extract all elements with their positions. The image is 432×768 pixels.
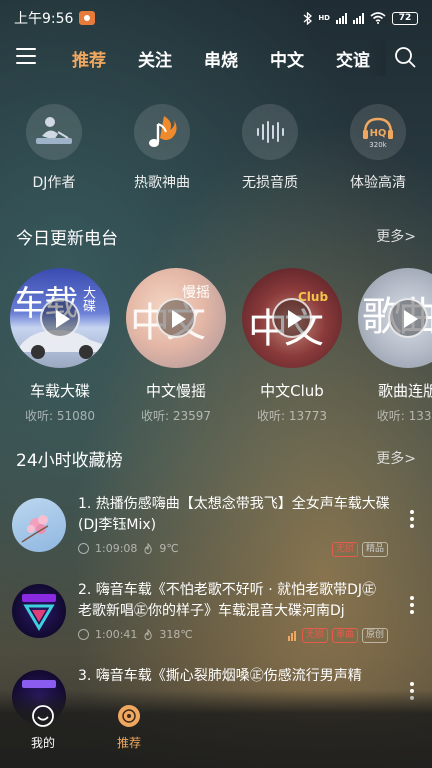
shortcut-label: 无损音质 bbox=[242, 175, 298, 191]
smile-icon bbox=[32, 705, 54, 727]
status-bar: 上午9:56 HD 72 bbox=[0, 0, 432, 36]
tab-ballroom[interactable]: 交谊 bbox=[336, 40, 370, 76]
vinyl-icon bbox=[118, 705, 140, 727]
radio-name: 中文Club bbox=[260, 382, 324, 400]
tab-chinese[interactable]: 中文 bbox=[270, 40, 304, 76]
track-title: 2. 嗨音车载《不怕老歌不好听 · 就怕老歌带DJ㊣老歌新唱㊣你的样子》车载混音… bbox=[78, 582, 377, 619]
tab-recommend[interactable]: 推荐 bbox=[72, 40, 106, 76]
shortcut-hq[interactable]: HQ 320k 体验高清 bbox=[324, 104, 432, 192]
dj-logo-illustration bbox=[22, 594, 56, 631]
radio-cover-subtitle: 慢摇 bbox=[182, 285, 210, 301]
badge-lossless: 无损 bbox=[331, 542, 358, 557]
signal-icon bbox=[336, 12, 347, 24]
battery-icon: 72 bbox=[392, 11, 418, 25]
flame-icon bbox=[144, 629, 153, 640]
radio-card[interactable]: 车载 大碟 车载大碟 收听: 51080 bbox=[10, 268, 110, 424]
badge-premium: 精品 bbox=[361, 542, 388, 557]
clock-icon bbox=[78, 629, 89, 640]
more-options-icon[interactable] bbox=[410, 510, 414, 530]
track-badges: 无损 串曲 原创 bbox=[287, 628, 388, 643]
search-icon[interactable] bbox=[394, 46, 416, 68]
shortcut-row: DJ作者 热歌神曲 无损音质 HQ 320k 体验高清 bbox=[0, 104, 432, 192]
track-meta: 1:00:41 318℃ bbox=[78, 628, 193, 641]
signal-icon-2 bbox=[353, 12, 364, 24]
bottom-nav-recommend[interactable]: 推荐 bbox=[99, 704, 159, 751]
badge-original: 原创 bbox=[361, 628, 388, 643]
shortcut-label: 体验高清 bbox=[350, 175, 406, 191]
play-icon[interactable] bbox=[272, 298, 312, 338]
play-icon[interactable] bbox=[388, 298, 428, 338]
radio-card[interactable]: 歌曲 连版 歌曲连版 收听: 1339 bbox=[358, 268, 432, 424]
radio-cover: 中文 慢摇 bbox=[126, 268, 226, 368]
badge-lossless: 无损 bbox=[301, 628, 328, 643]
track-duration: 1:09:08 bbox=[95, 542, 138, 555]
category-tabs: 推荐 关注 串烧 中文 交谊 bbox=[72, 40, 386, 76]
radio-name: 歌曲连版 bbox=[377, 382, 432, 400]
play-icon[interactable] bbox=[40, 298, 80, 338]
menu-icon[interactable] bbox=[16, 48, 36, 66]
lossless-icon bbox=[242, 104, 298, 160]
status-time: 上午9:56 bbox=[14, 11, 74, 27]
status-indicators: HD 72 bbox=[303, 11, 418, 25]
bottom-nav-mine[interactable]: 我的 bbox=[13, 704, 73, 751]
radio-listen-count: 收听: 23597 bbox=[140, 409, 212, 423]
track-cover bbox=[12, 498, 66, 552]
flame-icon bbox=[144, 543, 153, 554]
radio-listen-count: 收听: 51080 bbox=[24, 409, 96, 423]
dj-author-icon bbox=[26, 104, 82, 160]
flower-illustration bbox=[21, 515, 49, 543]
top-nav: 推荐 关注 串烧 中文 交谊 bbox=[0, 40, 432, 76]
more-options-icon[interactable] bbox=[410, 596, 414, 616]
clock-icon bbox=[78, 543, 89, 554]
hq-icon-text: HQ bbox=[370, 128, 387, 139]
play-icon[interactable] bbox=[156, 298, 196, 338]
track-title: 3. 嗨音车载《撕心裂肺烟嗓㊣伤感流行男声精 bbox=[78, 668, 362, 684]
tab-medley[interactable]: 串烧 bbox=[204, 40, 238, 76]
wifi-icon bbox=[370, 12, 386, 24]
radio-section-title: 今日更新电台 bbox=[16, 229, 118, 249]
radio-name: 中文慢摇 bbox=[145, 382, 206, 400]
radio-listen-count: 收听: 1339 bbox=[376, 409, 432, 423]
radio-cover: 车载 大碟 bbox=[10, 268, 110, 368]
app-notification-icon bbox=[79, 11, 96, 25]
track-heat: 318℃ bbox=[159, 628, 193, 641]
radio-more-link[interactable]: 更多> bbox=[376, 226, 416, 246]
radio-listen-count: 收听: 13773 bbox=[256, 409, 328, 423]
radio-cover: 歌曲 连版 bbox=[358, 268, 432, 368]
hot-songs-icon bbox=[134, 104, 190, 160]
bottom-nav: 我的 推荐 bbox=[0, 690, 432, 768]
radio-carousel: 车载 大碟 车载大碟 收听: 51080 中文 慢摇 中文慢摇 收听: 2359… bbox=[10, 268, 432, 428]
bluetooth-icon bbox=[303, 11, 313, 25]
radio-card[interactable]: 中文 慢摇 中文慢摇 收听: 23597 bbox=[126, 268, 226, 424]
tab-follow[interactable]: 关注 bbox=[138, 40, 172, 76]
radio-cover-subtitle: 大碟 bbox=[80, 286, 95, 312]
track-title: 1. 热播伤感嗨曲【太想念带我飞】全女声车载大碟(DJ李钰Mix) bbox=[78, 496, 390, 533]
radio-cover: 中文 Club bbox=[242, 268, 342, 368]
shortcut-label: DJ作者 bbox=[32, 175, 76, 191]
track-meta: 1:09:08 9℃ bbox=[78, 542, 179, 555]
track-row[interactable]: 2. 嗨音车载《不怕老歌不好听 · 就怕老歌带DJ㊣老歌新唱㊣你的样子》车载混音… bbox=[0, 576, 432, 662]
hq-bitrate: 320k bbox=[369, 141, 387, 149]
track-cover bbox=[12, 584, 66, 638]
shortcut-dj-author[interactable]: DJ作者 bbox=[0, 104, 108, 192]
track-heat: 9℃ bbox=[159, 542, 179, 555]
shortcut-lossless[interactable]: 无损音质 bbox=[216, 104, 324, 192]
chart-section-title: 24小时收藏榜 bbox=[16, 451, 123, 471]
shortcut-hot-songs[interactable]: 热歌神曲 bbox=[108, 104, 216, 192]
tabs-fade bbox=[366, 40, 386, 76]
badge-medley: 串曲 bbox=[331, 628, 358, 643]
track-badges: 无损 精品 bbox=[331, 542, 388, 557]
shortcut-label: 热歌神曲 bbox=[134, 175, 190, 191]
chart-more-link[interactable]: 更多> bbox=[376, 448, 416, 468]
bottom-nav-label: 推荐 bbox=[116, 736, 141, 750]
radio-card[interactable]: 中文 Club 中文Club 收听: 13773 bbox=[242, 268, 342, 424]
track-duration: 1:00:41 bbox=[95, 628, 138, 641]
equalizer-icon bbox=[287, 630, 296, 641]
network-type: HD bbox=[318, 14, 330, 22]
track-row[interactable]: 1. 热播伤感嗨曲【太想念带我飞】全女声车载大碟(DJ李钰Mix) 1:09:0… bbox=[0, 490, 432, 576]
bottom-nav-label: 我的 bbox=[30, 736, 55, 750]
hq-icon: HQ 320k bbox=[350, 104, 406, 160]
radio-name: 车载大碟 bbox=[29, 382, 90, 400]
